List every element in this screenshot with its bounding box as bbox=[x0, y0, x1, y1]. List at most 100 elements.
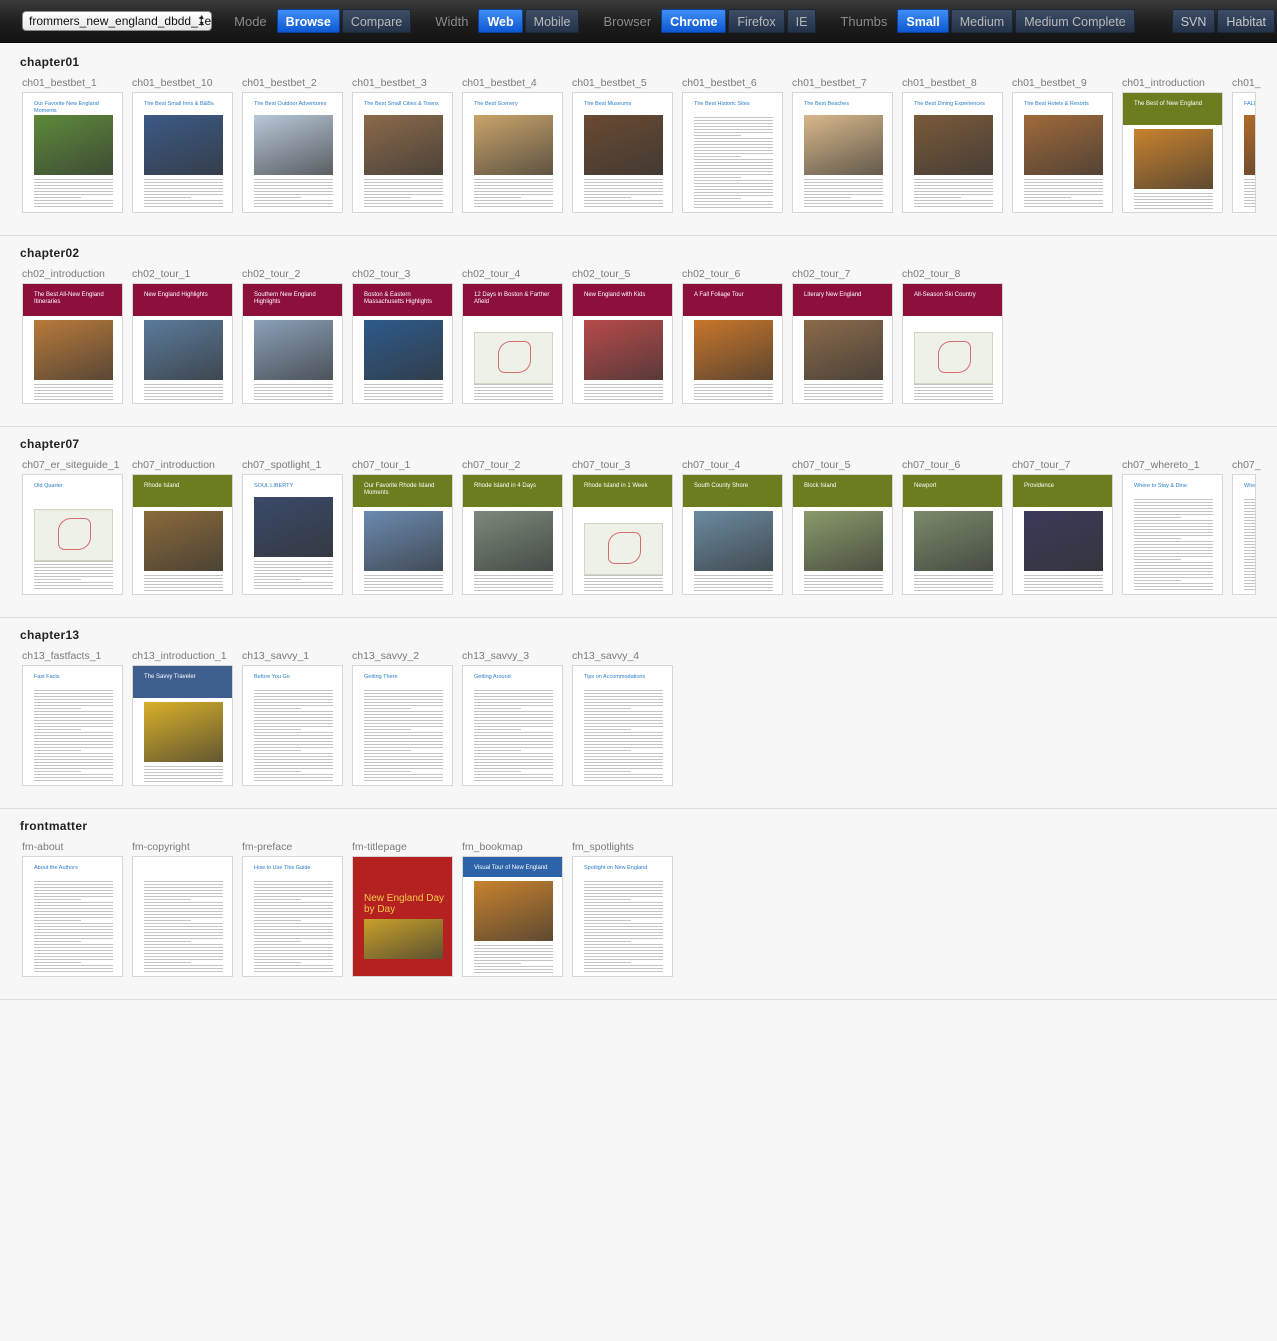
thumbnail-label[interactable]: ch02_tour_4 bbox=[462, 268, 570, 280]
thumbnail-label[interactable]: ch07_tour_5 bbox=[792, 459, 900, 471]
book-select[interactable]: frommers_new_england_dbdd_1e ▲ ▼ bbox=[22, 11, 213, 31]
page-thumbnail[interactable]: Getting Around bbox=[462, 665, 563, 786]
page-thumbnail[interactable]: Tips on Accommodations bbox=[572, 665, 673, 786]
page-thumbnail[interactable]: Before You Go bbox=[242, 665, 343, 786]
width-mobile-button[interactable]: Mobile bbox=[524, 9, 580, 33]
thumbnail-label[interactable]: fm-preface bbox=[242, 841, 350, 853]
page-thumbnail[interactable]: Fast Facts bbox=[22, 665, 123, 786]
thumbnail-label[interactable]: ch01_bestbet_7 bbox=[792, 77, 900, 89]
page-thumbnail[interactable]: Newport bbox=[902, 474, 1003, 595]
thumbnail-label[interactable]: fm-about bbox=[22, 841, 130, 853]
page-thumbnail[interactable]: Where to Stay & Dine bbox=[1122, 474, 1223, 595]
page-thumbnail[interactable]: Old Quarter bbox=[22, 474, 123, 595]
page-thumbnail[interactable]: Southern New England Highlights bbox=[242, 283, 343, 404]
thumbnail-label[interactable]: ch07_introduction bbox=[132, 459, 240, 471]
thumbnail-label[interactable]: ch01_bestbet_1 bbox=[22, 77, 130, 89]
thumbnail-label[interactable]: ch01_bestbet_2 bbox=[242, 77, 350, 89]
page-thumbnail[interactable]: Rhode Island bbox=[132, 474, 233, 595]
thumbnail-label[interactable]: ch02_tour_8 bbox=[902, 268, 1010, 280]
thumbs-medium-button[interactable]: Medium bbox=[950, 9, 1014, 33]
browser-ie-button[interactable]: IE bbox=[786, 9, 817, 33]
svn-button[interactable]: SVN bbox=[1171, 9, 1216, 33]
page-thumbnail[interactable]: The Best Outdoor Adventures bbox=[242, 92, 343, 213]
page-thumbnail[interactable]: South County Shore bbox=[682, 474, 783, 595]
thumbnail-label[interactable]: ch13_introduction_1 bbox=[132, 650, 240, 662]
thumbnail-label[interactable]: ch02_introduction bbox=[22, 268, 130, 280]
page-thumbnail[interactable]: New England Day by Day bbox=[352, 856, 453, 977]
page-thumbnail[interactable]: FALL bbox=[1232, 92, 1256, 213]
thumbnail-label[interactable]: ch13_savvy_2 bbox=[352, 650, 460, 662]
thumbnail-label[interactable]: fm_spotlights bbox=[572, 841, 680, 853]
page-thumbnail[interactable]: Our Favorite New England Moments bbox=[22, 92, 123, 213]
thumbnail-label[interactable]: ch02_tour_2 bbox=[242, 268, 350, 280]
page-thumbnail[interactable]: The Best Museums bbox=[572, 92, 673, 213]
habitat-button[interactable]: Habitat bbox=[1217, 9, 1275, 33]
thumbnail-label[interactable]: ch07_er_siteguide_1 bbox=[22, 459, 130, 471]
page-thumbnail[interactable]: About the Authors bbox=[22, 856, 123, 977]
page-thumbnail[interactable]: Providence bbox=[1012, 474, 1113, 595]
page-thumbnail[interactable]: All-Season Ski Country bbox=[902, 283, 1003, 404]
thumbnail-label[interactable]: ch01_bestbet_4 bbox=[462, 77, 570, 89]
thumbnail-label[interactable]: ch13_savvy_3 bbox=[462, 650, 570, 662]
mode-compare-button[interactable]: Compare bbox=[341, 9, 412, 33]
page-thumbnail[interactable]: Rhode Island in 4 Days bbox=[462, 474, 563, 595]
thumbnail-label[interactable]: ch07_tour_2 bbox=[462, 459, 570, 471]
page-thumbnail[interactable]: Whe bbox=[1232, 474, 1256, 595]
page-thumbnail[interactable]: Boston & Eastern Massachusetts Highlight… bbox=[352, 283, 453, 404]
thumbnail-label[interactable]: ch01_bestbet_9 bbox=[1012, 77, 1120, 89]
page-thumbnail[interactable]: The Best Small Inns & B&Bs bbox=[132, 92, 233, 213]
thumbnail-label[interactable]: ch07_tour_4 bbox=[682, 459, 790, 471]
thumbnail-label[interactable]: ch01_bestbet_10 bbox=[132, 77, 240, 89]
thumbnail-label[interactable]: ch01_ bbox=[1232, 77, 1277, 89]
thumbnail-label[interactable]: ch07_tour_1 bbox=[352, 459, 460, 471]
page-thumbnail[interactable] bbox=[132, 856, 233, 977]
thumbnail-label[interactable]: fm_bookmap bbox=[462, 841, 570, 853]
thumbnail-label[interactable]: ch07_whereto_1 bbox=[1122, 459, 1230, 471]
page-thumbnail[interactable]: Visual Tour of New England bbox=[462, 856, 563, 977]
thumbnail-label[interactable]: ch01_bestbet_6 bbox=[682, 77, 790, 89]
page-thumbnail[interactable]: Rhode Island in 1 Week bbox=[572, 474, 673, 595]
thumbs-medium-complete-button[interactable]: Medium Complete bbox=[1015, 9, 1135, 33]
page-thumbnail[interactable]: New England Highlights bbox=[132, 283, 233, 404]
thumbnail-label[interactable]: ch07_tour_3 bbox=[572, 459, 680, 471]
page-thumbnail[interactable]: The Best Small Cities & Towns bbox=[352, 92, 453, 213]
page-thumbnail[interactable]: The Best Historic Sites bbox=[682, 92, 783, 213]
page-thumbnail[interactable]: The Best Beaches bbox=[792, 92, 893, 213]
thumbnail-label[interactable]: ch02_tour_7 bbox=[792, 268, 900, 280]
page-thumbnail[interactable]: The Best Scenery bbox=[462, 92, 563, 213]
thumbnail-label[interactable]: ch02_tour_3 bbox=[352, 268, 460, 280]
thumbnail-label[interactable]: ch13_savvy_1 bbox=[242, 650, 350, 662]
thumbnail-label[interactable]: ch01_introduction bbox=[1122, 77, 1230, 89]
thumbnail-label[interactable]: ch02_tour_1 bbox=[132, 268, 240, 280]
thumbnail-label[interactable]: ch07_spotlight_1 bbox=[242, 459, 350, 471]
thumbnail-label[interactable]: ch07_tour_6 bbox=[902, 459, 1010, 471]
width-web-button[interactable]: Web bbox=[478, 9, 523, 33]
page-thumbnail[interactable]: Spotlight on New England bbox=[572, 856, 673, 977]
page-thumbnail[interactable]: Block Island bbox=[792, 474, 893, 595]
page-thumbnail[interactable]: Literary New England bbox=[792, 283, 893, 404]
thumbnail-label[interactable]: ch07_tour_7 bbox=[1012, 459, 1120, 471]
page-thumbnail[interactable]: A Fall Foliage Tour bbox=[682, 283, 783, 404]
page-thumbnail[interactable]: The Best of New England bbox=[1122, 92, 1223, 213]
thumbnail-label[interactable]: ch13_fastfacts_1 bbox=[22, 650, 130, 662]
page-thumbnail[interactable]: Our Favorite Rhode Island Moments bbox=[352, 474, 453, 595]
page-thumbnail[interactable]: Getting There bbox=[352, 665, 453, 786]
browser-firefox-button[interactable]: Firefox bbox=[728, 9, 785, 33]
page-thumbnail[interactable]: How to Use This Guide bbox=[242, 856, 343, 977]
thumbnail-label[interactable]: ch01_bestbet_3 bbox=[352, 77, 460, 89]
thumbnail-label[interactable]: ch07_ bbox=[1232, 459, 1277, 471]
thumbnail-label[interactable]: ch13_savvy_4 bbox=[572, 650, 680, 662]
thumbnail-label[interactable]: ch01_bestbet_5 bbox=[572, 77, 680, 89]
page-thumbnail[interactable]: The Best Dining Experiences bbox=[902, 92, 1003, 213]
page-thumbnail[interactable]: The Savvy Traveler bbox=[132, 665, 233, 786]
thumbs-small-button[interactable]: Small bbox=[897, 9, 949, 33]
mode-browse-button[interactable]: Browse bbox=[276, 9, 340, 33]
thumbnail-label[interactable]: fm-titlepage bbox=[352, 841, 460, 853]
page-thumbnail[interactable]: The Best Hotels & Resorts bbox=[1012, 92, 1113, 213]
thumbnail-label[interactable]: ch02_tour_5 bbox=[572, 268, 680, 280]
page-thumbnail[interactable]: 12 Days in Boston & Farther Afield bbox=[462, 283, 563, 404]
page-thumbnail[interactable]: New England with Kids bbox=[572, 283, 673, 404]
browser-chrome-button[interactable]: Chrome bbox=[661, 9, 727, 33]
thumbnail-label[interactable]: fm-copyright bbox=[132, 841, 240, 853]
thumbnail-label[interactable]: ch02_tour_6 bbox=[682, 268, 790, 280]
